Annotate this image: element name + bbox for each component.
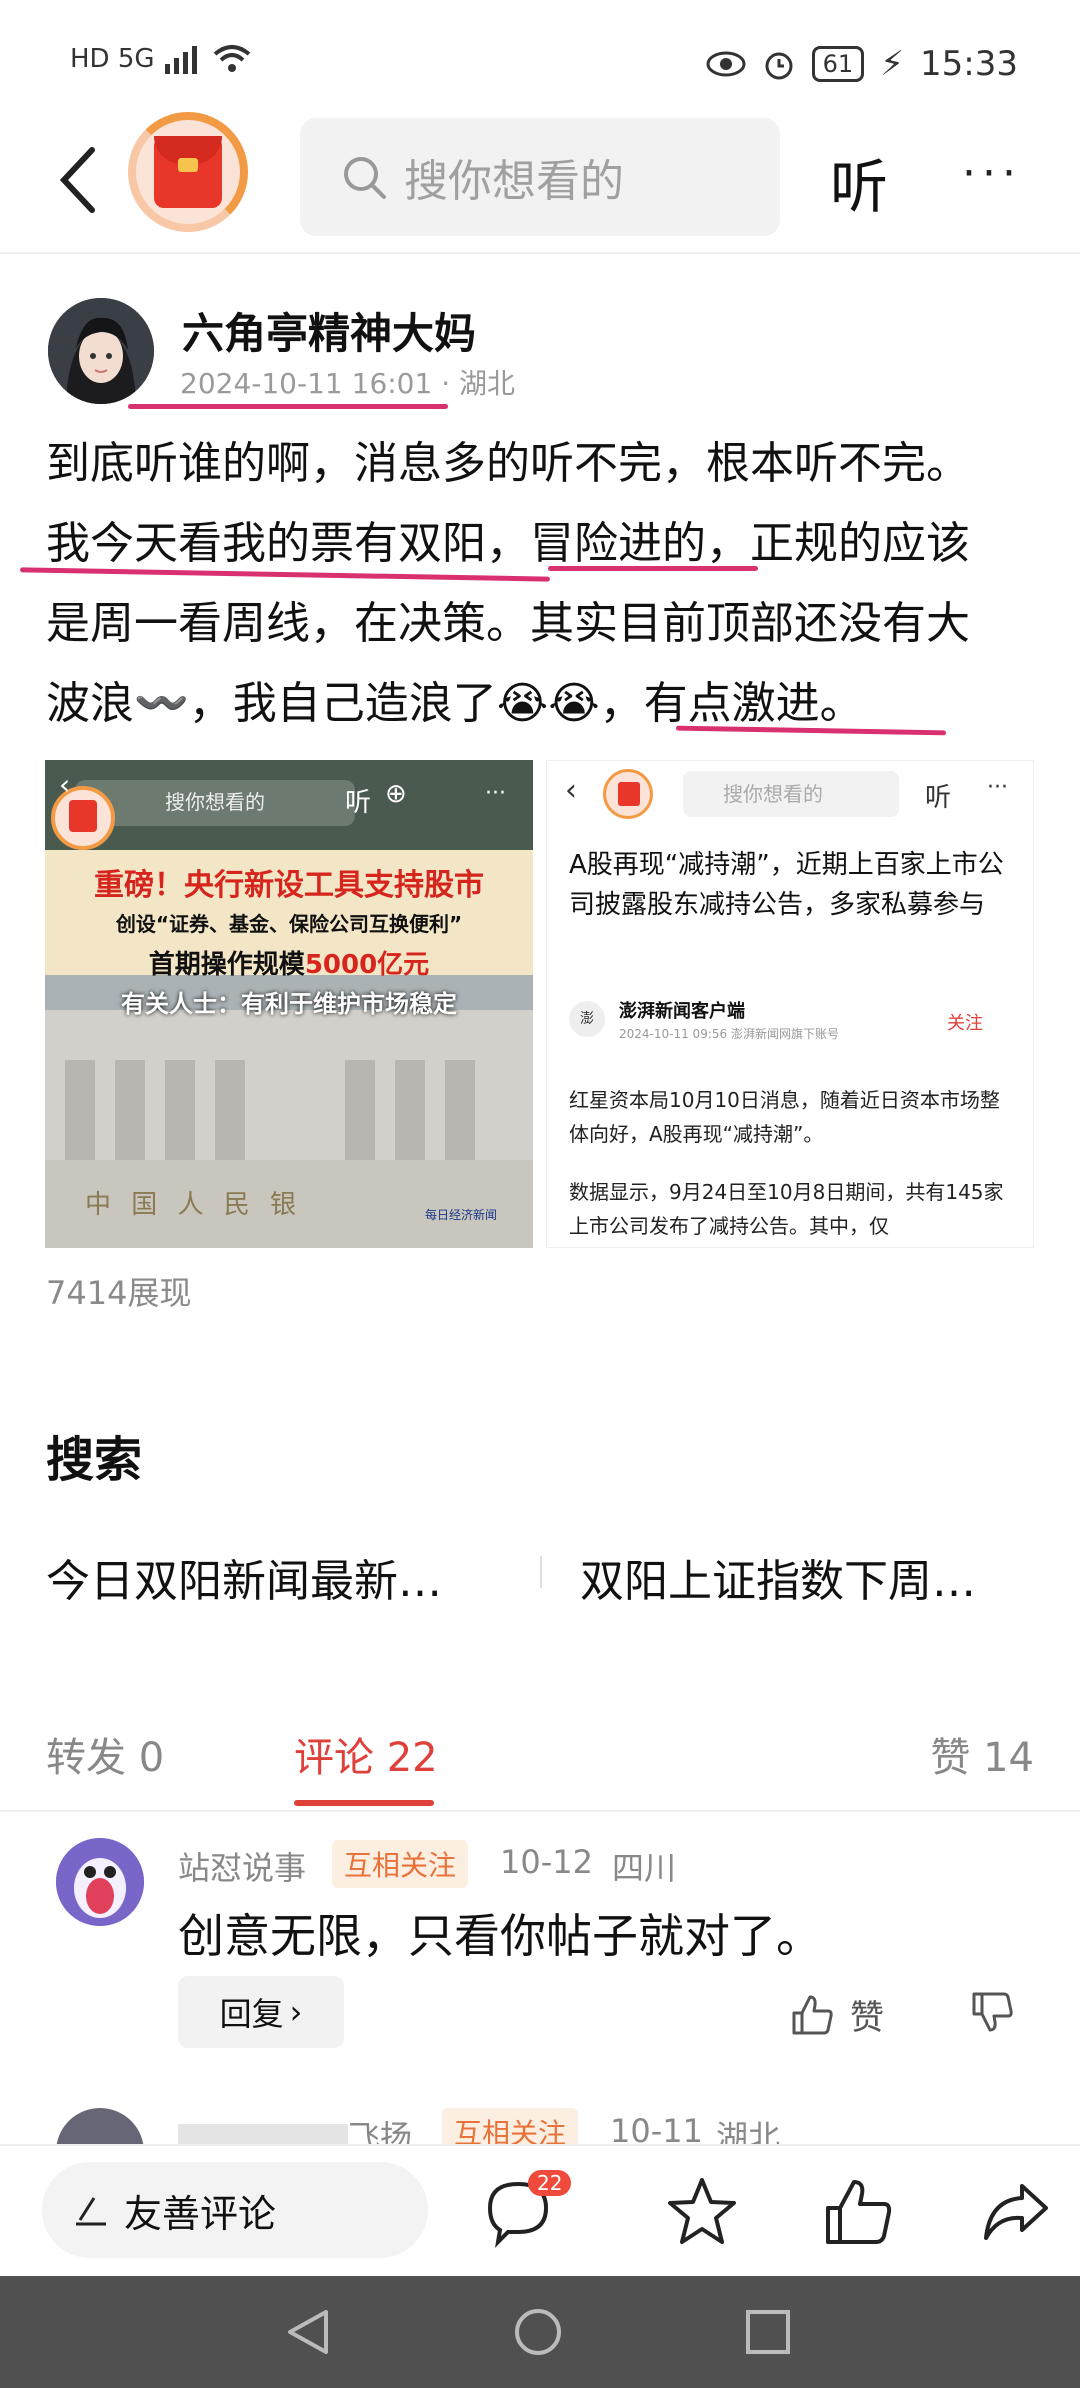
nav-back-icon[interactable] — [282, 2306, 334, 2358]
image2-search: 搜你想看的 — [683, 771, 899, 817]
post-location: 湖北 — [459, 367, 516, 400]
image2-source-avatar: 澎 — [569, 1001, 605, 1037]
status-right: 61 ⚡ 15:33 — [706, 44, 1018, 84]
app-logo[interactable] — [128, 112, 248, 232]
search-icon — [344, 157, 386, 199]
post-body: 到底听谁的啊，消息多的听不完，根本听不完。 我今天看我的票有双阳，冒险进的，正规… — [46, 424, 1036, 744]
divider — [540, 1556, 542, 1588]
search-section-title: 搜索 — [46, 1432, 143, 1488]
image-line2: 创设“证券、基金、保险公司互换便利” — [115, 912, 463, 936]
share-icon[interactable] — [978, 2174, 1054, 2250]
mutual-follow-badge: 互相关注 — [332, 1840, 469, 1888]
commenter-avatar[interactable] — [56, 1838, 144, 1926]
divider — [0, 252, 1080, 254]
image2-more-icon: ··· — [987, 775, 1008, 800]
image2-listen: 听 — [925, 783, 952, 813]
wifi-icon — [213, 45, 250, 72]
post-datetime: 2024-10-11 16:01 — [180, 367, 433, 400]
image2-p2: 数据显示，9月24日至10月8日期间，共有145家上市公司发布了减持公告。其中，… — [569, 1180, 1004, 1238]
image2-title: A股再现“减持潮”，近期上百家上市公司披露股东减持公告，多家私募参与 — [569, 850, 1004, 920]
post-line: 是周一看周线，在决策。其实目前顶部还没有大 — [46, 598, 970, 649]
signal-indicators: HD 5G — [70, 44, 251, 74]
search-suggestion[interactable]: 今日双阳新闻最新… — [46, 1545, 442, 1609]
image-search-text: 搜你想看的 — [165, 790, 265, 814]
image-listen-text: 听 — [345, 788, 372, 818]
nav-home-icon[interactable] — [512, 2306, 564, 2358]
tab-like[interactable]: 赞 14 — [930, 1725, 1034, 1783]
svg-text:⊕: ⊕ — [385, 779, 407, 809]
star-icon[interactable] — [664, 2174, 740, 2250]
reply-label: 回复 — [219, 1995, 284, 2033]
meta-separator: · — [441, 367, 451, 400]
thumbs-up-icon — [792, 1995, 833, 2034]
search-suggestion[interactable]: 双阳上证指数下周… — [580, 1545, 976, 1609]
more-button[interactable]: ··· — [962, 148, 1022, 199]
image-line4: 有关人士：有利于维护市场稳定 — [121, 990, 457, 1018]
search-placeholder: 搜你想看的 — [404, 156, 624, 207]
svg-text:···: ··· — [485, 781, 506, 806]
commenter-name[interactable]: 站怼说事 — [178, 1843, 306, 1889]
nav-recents-icon[interactable] — [742, 2306, 794, 2358]
author-name[interactable]: 六角亭精神大妈 — [182, 300, 476, 361]
image-line3: 首期操作规模5000亿元 — [45, 944, 533, 981]
comment-input[interactable]: 友善评论 — [42, 2162, 428, 2258]
post-meta: 2024-10-11 16:01 · 湖北 — [180, 362, 515, 402]
view-count: 7414展现 — [46, 1274, 192, 1312]
battery-indicator: 61 — [811, 46, 865, 82]
image-headline: 重磅！央行新设工具支持股市 — [94, 868, 484, 903]
system-nav-bar — [0, 2276, 1080, 2388]
pen-icon — [76, 2197, 106, 2226]
tab-repost[interactable]: 转发 0 — [46, 1725, 164, 1783]
reply-button[interactable]: 回复 › — [178, 1976, 344, 2048]
image2-p1: 红星资本局10月10日消息，随着近日资本市场整体向好，A股再现“减持潮”。 — [569, 1088, 1000, 1146]
image2-source-meta: 2024-10-11 09:56 澎湃新闻网旗下账号 — [619, 1027, 839, 1041]
image2-follow: 关注 — [947, 1013, 983, 1034]
building-text: 中 国 人 民 银 — [85, 1190, 303, 1220]
image2-logo — [603, 769, 653, 819]
image-line3-amount: 5000亿元 — [304, 950, 430, 980]
annotation-underline — [548, 566, 758, 571]
alarm-icon — [765, 52, 793, 80]
network-label: HD 5G — [70, 44, 155, 74]
comment-count-badge: 22 — [528, 2170, 572, 2196]
comment-placeholder: 友善评论 — [124, 2191, 277, 2236]
annotation-underline — [128, 404, 448, 409]
comment-location: 四川 — [612, 1849, 677, 1887]
image-line3-prefix: 首期操作规模 — [148, 950, 305, 980]
like-label: 赞 — [850, 1998, 884, 2038]
chevron-right-icon: › — [289, 1993, 303, 2031]
clock: 15:33 — [920, 44, 1018, 84]
author-avatar[interactable] — [48, 298, 154, 404]
thumbs-down-icon[interactable] — [970, 1990, 1014, 2034]
charging-icon: ⚡ — [880, 44, 905, 84]
post-image-1[interactable]: ··· ⊕ ‹ 搜你想看的 听 重磅！央行新设工具支持股市 创设“证券、基金、保… — [45, 760, 533, 1248]
active-tab-indicator — [294, 1800, 434, 1806]
comment-like-button[interactable]: 赞 — [790, 1990, 884, 2039]
signal-icon — [164, 46, 197, 74]
image2-back-icon: ‹ — [565, 773, 577, 808]
image-back-icon: ‹ — [59, 768, 71, 801]
post-line: 到底听谁的啊，消息多的听不完，根本听不完。 — [46, 438, 970, 489]
post-image-2[interactable]: ‹ 搜你想看的 听 ··· A股再现“减持潮”，近期上百家上市公司披露股东减持公… — [546, 760, 1034, 1248]
tab-comment[interactable]: 评论 22 — [294, 1725, 438, 1783]
thumbs-up-icon[interactable] — [820, 2174, 896, 2250]
comment-text: 创意无限，只看你帖子就对了。 — [178, 1909, 822, 1963]
divider — [0, 1810, 1080, 1812]
back-icon[interactable] — [50, 140, 110, 220]
image-watermark: 每日经济新闻 — [425, 1208, 498, 1222]
search-bar[interactable]: 搜你想看的 — [300, 118, 780, 236]
status-bar: HD 5G 61 ⚡ 15:33 — [0, 0, 1080, 120]
image2-source: 澎湃新闻客户端 — [619, 1001, 745, 1022]
comment-date: 10-12 — [500, 1843, 593, 1881]
eye-icon — [706, 51, 746, 77]
listen-button[interactable]: 听 — [830, 140, 888, 224]
